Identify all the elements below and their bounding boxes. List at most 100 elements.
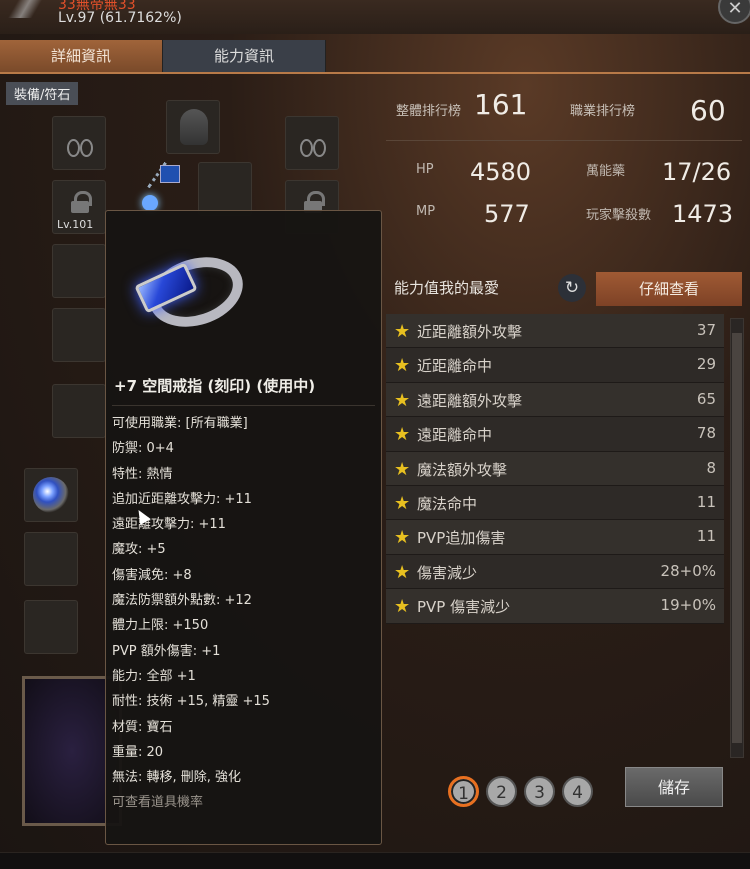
star-icon: ★ <box>394 492 411 514</box>
item-probability-link[interactable]: 可查看道具機率 <box>112 790 377 815</box>
list-item[interactable]: ★ 傷害減少 28+0% <box>386 554 724 590</box>
stat-name: 近距離額外攻擊 <box>417 323 523 341</box>
page-button-4[interactable]: 4 <box>562 776 593 807</box>
star-icon: ★ <box>394 458 411 480</box>
star-icon: ★ <box>394 561 411 583</box>
helmet-icon <box>180 109 208 145</box>
ranking-box: 整體排行榜 161 職業排行榜 60 <box>386 84 742 136</box>
stat-value: 37 <box>696 321 716 339</box>
list-item[interactable]: ★ PVP追加傷害 11 <box>386 520 724 555</box>
list-item[interactable]: ★ 遠距離命中 78 <box>386 417 724 452</box>
item-stat: 重量: 20 <box>112 744 164 760</box>
earring-icon <box>67 129 93 159</box>
ring-icon <box>33 477 69 513</box>
equip-slot-belt[interactable] <box>24 600 78 654</box>
page-button-2[interactable]: 2 <box>486 776 517 807</box>
detail-view-button[interactable]: 仔細查看 <box>596 272 742 306</box>
tab-ability-info[interactable]: 能力資訊 <box>163 40 326 72</box>
ring-icon <box>134 241 252 341</box>
list-item[interactable]: ★ 魔法額外攻擊 8 <box>386 451 724 486</box>
tab-divider <box>0 72 750 74</box>
item-stat: 遠距離攻擊力: +11 <box>112 517 226 533</box>
overall-rank-label: 整體排行榜 <box>396 104 462 119</box>
potion-label: 萬能藥 <box>586 164 626 179</box>
equip-slot-earring-right[interactable] <box>285 116 339 170</box>
close-button[interactable]: ✕ <box>718 0 750 24</box>
favorites-header: 能力值我的最愛 ↻ 仔細查看 <box>386 268 742 308</box>
tab-detail-info[interactable]: 詳細資訊 <box>0 40 163 72</box>
stat-value: 29 <box>696 355 716 374</box>
stat-value: 19+0% <box>660 596 716 615</box>
stat-name: 傷害減少 <box>417 563 478 582</box>
list-item[interactable]: ★ 魔法命中 11 <box>386 485 724 521</box>
star-icon: ★ <box>394 321 411 342</box>
equip-slot-weapon[interactable] <box>52 384 106 438</box>
stat-value: 8 <box>706 458 716 477</box>
equip-slot-gloves[interactable] <box>52 308 106 362</box>
item-stat: 能力: 全部 +1 <box>112 668 196 684</box>
bottom-bar <box>0 852 750 869</box>
stat-value: 28+0% <box>660 561 716 580</box>
list-item[interactable]: ★ 遠距離額外攻擊 65 <box>386 382 724 418</box>
stat-value: 65 <box>696 389 716 408</box>
title-bar: 33無帝無33 Lv.97 (61.7162%) ✕ <box>0 0 750 34</box>
list-item[interactable]: ★ PVP 傷害減少 19+0% <box>386 589 724 624</box>
item-stat: 防禦: 0+4 <box>112 441 174 457</box>
list-item[interactable]: ★ 近距離命中 29 <box>386 348 724 383</box>
favorites-scrollbar[interactable] <box>730 318 744 758</box>
item-stat: 耐性: 技術 +15, 精靈 +15 <box>112 694 270 710</box>
class-rank-value: 60 <box>690 94 726 127</box>
equip-slot-earring-left[interactable] <box>52 116 106 170</box>
scrollbar-thumb[interactable] <box>732 333 742 743</box>
equip-slot-ring-selected[interactable] <box>24 468 78 522</box>
hp-value: 4580 <box>470 158 532 186</box>
save-button[interactable]: 儲存 <box>625 767 723 807</box>
stat-name: 遠距離額外攻擊 <box>417 391 523 410</box>
equip-slot-locked[interactable]: Lv.101 <box>52 180 106 234</box>
item-stat: PVP 額外傷害: +1 <box>112 643 221 659</box>
page-button-1[interactable]: 1 <box>448 776 479 807</box>
item-stat: 體力上限: +150 <box>112 618 209 634</box>
overall-rank-value: 161 <box>474 88 528 121</box>
favorites-list: ★ 近距離額外攻擊 37 ★ 近距離命中 29 ★ 遠距離額外攻擊 65 ★ 遠距離命中 78 … <box>386 314 724 624</box>
item-name: +7 空間戒指 (刻印) (使用中) <box>114 377 316 395</box>
item-stat: 魔法防禦額外點數: +12 <box>112 593 252 609</box>
equip-slot-ring-2[interactable] <box>24 532 78 586</box>
pk-value: 1473 <box>672 200 734 228</box>
stat-name: 遠距離命中 <box>417 426 493 445</box>
equip-slot-helmet[interactable] <box>166 100 220 154</box>
tooltip-divider <box>112 405 375 406</box>
star-icon: ★ <box>394 424 411 446</box>
character-info-window: 33無帝無33 Lv.97 (61.7162%) ✕ 詳細資訊 能力資訊 裝備/… <box>0 0 750 869</box>
star-icon: ★ <box>394 355 411 377</box>
page-button-3[interactable]: 3 <box>524 776 555 807</box>
item-stat: 傷害減免: +8 <box>112 567 192 583</box>
item-stat: 可使用職業: [所有職業] <box>112 416 248 431</box>
item-stat: 魔攻: +5 <box>112 542 166 558</box>
equip-slot-amulet[interactable] <box>198 162 252 216</box>
mp-label: MP <box>416 204 436 219</box>
equip-slot-cloak[interactable] <box>52 244 106 298</box>
potion-value: 17/26 <box>662 158 732 186</box>
refresh-icon[interactable]: ↻ <box>558 274 586 302</box>
favorites-title: 能力值我的最愛 <box>394 279 500 297</box>
necklace-icon[interactable] <box>136 161 186 215</box>
list-item[interactable]: ★ 近距離額外攻擊 37 <box>386 314 724 349</box>
item-stat: 無法: 轉移, 刪除, 強化 <box>112 770 242 786</box>
stats-divider <box>386 140 742 141</box>
class-rank-label: 職業排行榜 <box>570 104 636 119</box>
item-stat: 特性: 熱情 <box>112 466 173 482</box>
star-icon: ★ <box>394 389 411 411</box>
stat-value: 78 <box>696 424 716 443</box>
lock-icon <box>71 191 92 213</box>
mp-value: 577 <box>484 200 530 228</box>
star-icon: ★ <box>394 527 411 549</box>
hp-label: HP <box>416 162 434 177</box>
item-tooltip: +7 空間戒指 (刻印) (使用中) 可使用職業: [所有職業] 防禦: 0+4… <box>105 210 382 845</box>
feather-icon <box>0 0 50 18</box>
stat-value: 11 <box>696 492 716 511</box>
character-level: Lv.97 (61.7162%) <box>58 10 182 26</box>
item-stats: 可使用職業: [所有職業] 防禦: 0+4 特性: 熱情 追加近距離攻擊力: +… <box>112 411 377 816</box>
item-stat: 追加近距離攻擊力: +11 <box>112 491 252 507</box>
earring-icon <box>300 129 326 159</box>
